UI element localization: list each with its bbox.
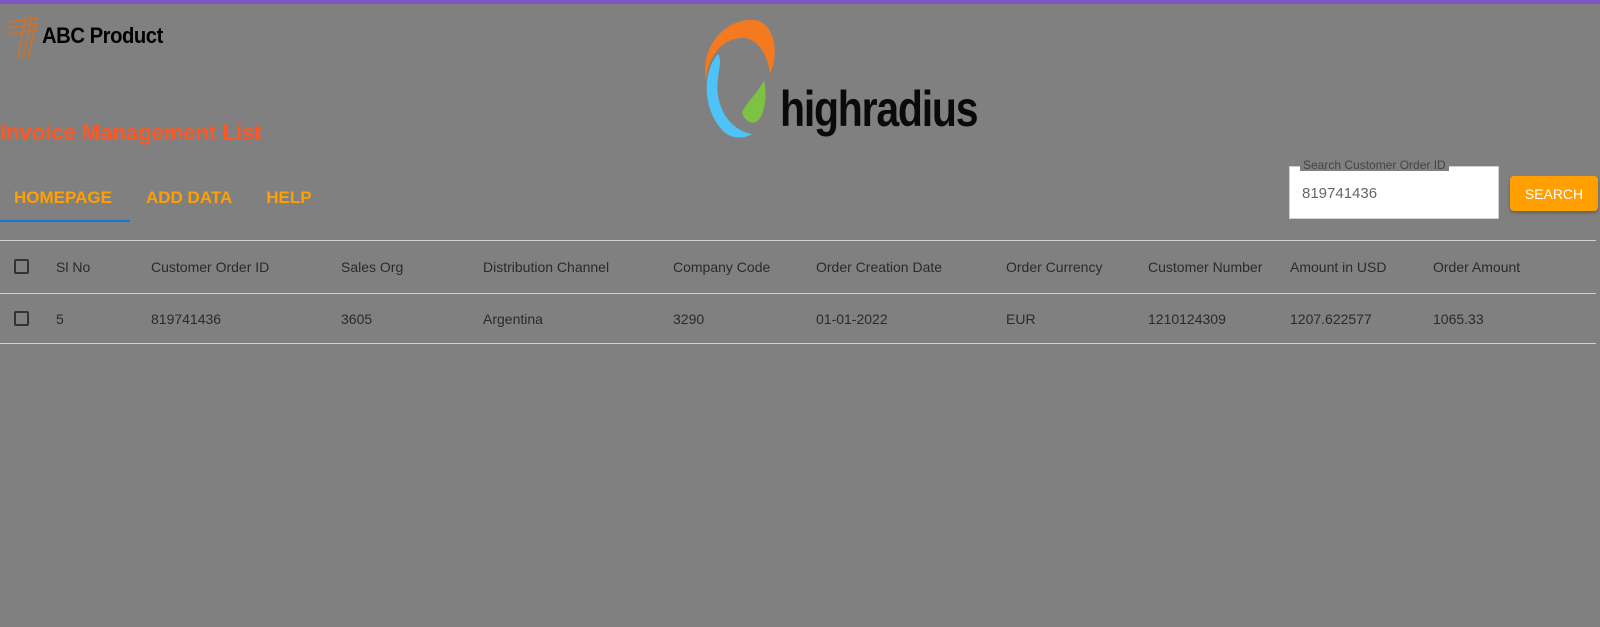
top-accent-bar: [0, 0, 1600, 4]
nav-tabs: HOMEPAGE ADD DATA HELP: [0, 176, 312, 222]
highradius-logo: highradius: [698, 18, 979, 140]
column-header: Sales Org: [341, 259, 404, 275]
table-row[interactable]: 5 819741436 3605 Argentina 3290 01-01-20…: [0, 294, 1596, 344]
column-header: Order Amount: [1433, 259, 1521, 275]
search-field[interactable]: [1289, 166, 1499, 219]
column-header: Sl No: [56, 259, 91, 275]
table-cell: 01-01-2022: [816, 310, 888, 327]
table-cell: 1207.622577: [1290, 310, 1372, 327]
abc-product-logo: ABC Product: [4, 12, 173, 60]
column-header: Customer Number: [1148, 259, 1263, 275]
column-header: Distribution Channel: [483, 259, 610, 275]
table-cell: 3605: [341, 310, 373, 327]
column-header: Amount in USD: [1290, 259, 1387, 275]
column-header: Company Code: [673, 259, 771, 275]
highradius-wordmark: highradius: [780, 81, 979, 137]
abc-logo-icon: [5, 13, 39, 60]
table-cell: 3290: [673, 310, 705, 327]
table-cell: Argentina: [483, 310, 543, 327]
table-cell: 5: [56, 310, 64, 327]
table-cell: EUR: [1006, 310, 1036, 327]
tab-homepage[interactable]: HOMEPAGE: [0, 176, 130, 222]
highradius-swirl-icon: [705, 19, 775, 138]
abc-product-name: ABC Product: [42, 23, 163, 48]
table-cell: 1210124309: [1148, 310, 1226, 327]
page-title: Invoice Management List: [0, 120, 262, 145]
column-header: Order Creation Date: [816, 259, 943, 275]
search-label: Search Customer Order ID: [1300, 159, 1449, 171]
row-checkbox[interactable]: [14, 310, 29, 326]
column-header: Customer Order ID: [151, 259, 270, 275]
invoice-table: Sl No Customer Order ID Sales Org Distri…: [0, 240, 1596, 344]
table-cell: 1065.33: [1433, 310, 1484, 327]
search-input[interactable]: [1302, 179, 1487, 207]
tab-add-data[interactable]: ADD DATA: [146, 176, 232, 220]
table-header-row: Sl No Customer Order ID Sales Org Distri…: [0, 241, 1596, 294]
select-all-checkbox[interactable]: [14, 259, 29, 274]
tab-help[interactable]: HELP: [266, 176, 311, 220]
column-header: Order Currency: [1006, 259, 1103, 275]
search-button[interactable]: SEARCH: [1510, 176, 1598, 211]
table-cell: 819741436: [151, 310, 222, 327]
